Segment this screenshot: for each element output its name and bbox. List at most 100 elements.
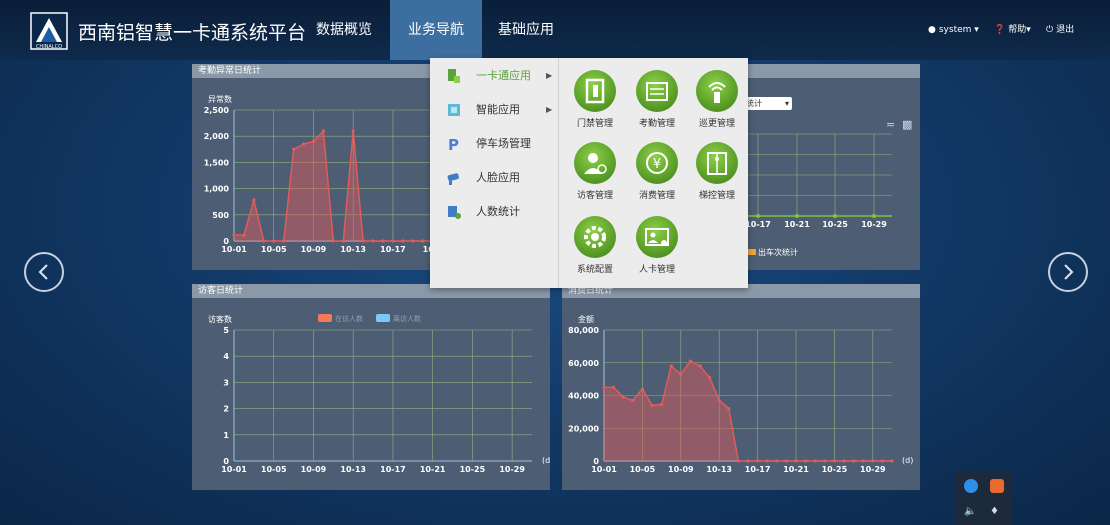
x-tick-label: 10-09 [301,465,327,474]
menu-item-smart-app[interactable]: 智能应用 ▶ [430,97,558,123]
menu-item-label: 一卡通应用 [476,69,531,82]
legend-label: 离访人数 [393,314,421,323]
parking-legend-label: 出车次统计 [758,248,798,257]
parking-icon: P [448,136,459,152]
x-tick-label: 10-25 [460,465,486,474]
consumption-panel: 消费日统计 金额 0 20,000 40,000 60,000 80,000 10-01 10… [562,284,920,490]
data-point [421,239,425,243]
door-access-icon [574,70,616,112]
help-menu[interactable]: ❓ 帮助▾ [994,0,1031,60]
data-point [621,395,625,399]
help-label: 帮助 [1008,25,1027,35]
menu-item-parking[interactable]: P 停车场管理 [430,131,558,157]
data-point [401,239,405,243]
caret-right-icon: ▶ [546,105,553,114]
x-tick-label: 10-13 [340,465,366,474]
y-axis-label: 异常数 [208,94,232,104]
data-point [813,459,817,463]
patrol-icon [696,70,738,112]
data-point [282,239,286,243]
data-point [698,364,702,368]
y-tick-label: 4 [223,352,229,361]
face-camera-icon [447,173,459,185]
y-tick-label: 1 [223,431,229,440]
user-menu[interactable]: ● system ▾ [928,0,979,60]
tile-label: 系统配置 [576,265,613,275]
data-point [852,459,856,463]
series-line [233,129,453,242]
data-point [688,359,692,363]
volume-muted-icon[interactable]: 🔈 [964,506,978,520]
people-count-icon [448,206,461,219]
y-tick-label: 3 [223,378,229,387]
data-point [232,233,236,237]
tile-person-card[interactable]: 人卡管理 [626,216,686,282]
data-point [823,459,827,463]
x-tick-label: 10-21 [420,465,446,474]
x-tick-label: 10-21 [783,465,809,474]
help-icon: ❓ [994,25,1006,35]
consumption-icon: ¥ [636,142,678,184]
tile-label: 巡更管理 [698,119,735,129]
tile-visitor[interactable]: 访客管理 [564,142,624,208]
data-point [321,129,325,133]
tile-attendance[interactable]: 考勤管理 [626,70,686,136]
data-point [631,398,635,403]
nav-business-navigation[interactable]: 业务导航 [390,0,482,60]
nav-data-overview[interactable]: 数据概览 [302,0,386,60]
x-tick-label: 10-01 [221,245,247,254]
tile-elevator[interactable]: 梯控管理 [686,142,746,208]
svg-text:¥: ¥ [653,157,661,172]
y-tick-label: 1,000 [204,185,230,194]
data-point [411,239,415,243]
menu-item-card-app[interactable]: 一卡通应用 ▶ [430,63,558,89]
carousel-prev-button[interactable] [24,252,64,292]
data-point [262,239,266,243]
app-tray-icon[interactable] [990,479,1004,493]
nav-basic-applications[interactable]: 基础应用 [484,0,568,60]
x-tick-label: 10-17 [380,465,406,474]
menu-item-label: 人脸应用 [476,171,520,184]
logout-button[interactable]: ⏻ 退出 [1046,0,1074,60]
carousel-next-button[interactable] [1048,252,1088,292]
data-point [880,459,884,463]
legend-label: 在访人数 [335,314,363,323]
data-point [341,239,345,243]
menu-item-people-count[interactable]: 人数统计 [430,199,558,225]
data-point [669,364,673,368]
chevron-left-icon [38,264,48,280]
tile-system-config[interactable]: 系统配置 [564,216,624,282]
data-point [795,214,799,218]
data-point [311,139,316,144]
tile-door-access[interactable]: 门禁管理 [564,70,624,136]
y-tick-label: 2 [223,405,229,414]
data-point [381,239,385,243]
y-tick-label: 40,000 [568,392,599,401]
tile-consumption[interactable]: ¥ 消费管理 [626,142,686,208]
x-tick-label: 10-25 [822,220,848,229]
y-tick-label: 2,000 [204,132,230,141]
security-shield-icon[interactable]: ♦ [990,506,1004,520]
x-tick-label: 10-29 [861,220,887,229]
menu-item-label: 人数统计 [476,205,520,218]
visitor-icon [574,142,616,184]
app-tray-icon[interactable] [964,479,978,493]
data-point [650,403,654,407]
x-tick-label: 10-17 [745,220,771,229]
tile-patrol[interactable]: 巡更管理 [686,70,746,136]
x-tick-label: 10-25 [822,465,848,474]
data-point [872,214,876,218]
y-tick-label: 80,000 [568,326,599,335]
menu-item-face[interactable]: 人脸应用 [430,165,558,191]
menu-category-list: 一卡通应用 ▶ 智能应用 ▶ P 停车场管理 人脸应用 人数统计 [430,58,559,288]
data-point [765,459,769,463]
data-point [890,459,894,463]
data-point [242,233,246,237]
chevron-right-icon [1064,264,1074,280]
data-point [784,459,788,463]
data-point [391,239,395,243]
caret-right-icon: ▶ [546,71,553,80]
tile-label: 人卡管理 [638,265,675,275]
data-point [871,459,875,463]
data-point [612,385,616,389]
